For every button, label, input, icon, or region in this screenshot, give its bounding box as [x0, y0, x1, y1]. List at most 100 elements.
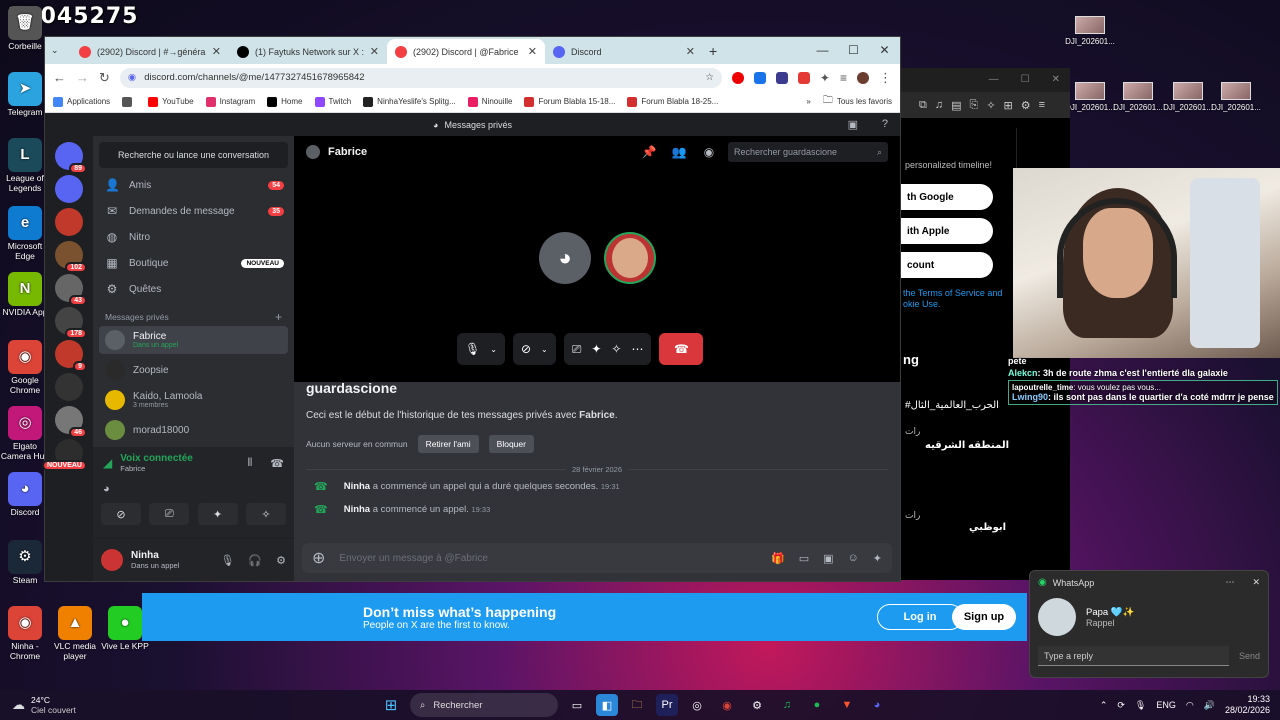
- dm-item[interactable]: morad18000: [99, 416, 288, 444]
- dm-item[interactable]: Zoopsie: [99, 356, 288, 384]
- end-call-button[interactable]: ☎: [659, 333, 704, 365]
- translate-icon[interactable]: ⧉: [919, 99, 927, 112]
- send-button[interactable]: Send: [1239, 651, 1260, 661]
- new-tab-button[interactable]: +: [709, 43, 717, 59]
- close-icon[interactable]: ✕: [869, 37, 900, 64]
- server-icon[interactable]: [55, 208, 83, 236]
- desktop-icon[interactable]: ⚙ Steam: [0, 540, 50, 586]
- maximize-icon[interactable]: ☐: [1021, 74, 1030, 86]
- bookmark-item[interactable]: NinhaYeslife's Splitg...: [363, 96, 456, 107]
- microphone-button[interactable]: 🎙 ⌄: [457, 333, 505, 365]
- browser-tab[interactable]: Discord ✕: [545, 39, 703, 64]
- server-icon[interactable]: 43: [55, 274, 87, 306]
- message-input[interactable]: Envoyer un message à @Fabrice: [339, 553, 757, 564]
- opera-extension-icon[interactable]: [731, 71, 744, 84]
- forward-icon[interactable]: →: [76, 70, 89, 85]
- channel-search-input[interactable]: Rechercher guardascione ⌕: [728, 142, 888, 162]
- browser-tab[interactable]: (2902) Discord | @Fabrice ✕: [387, 39, 545, 64]
- callee-avatar[interactable]: [604, 232, 656, 284]
- desktop-icon[interactable]: ◉ Ninha - Chrome: [0, 606, 50, 662]
- bookmark-icon[interactable]: ⎘: [970, 99, 979, 112]
- close-tab-icon[interactable]: ✕: [686, 45, 695, 58]
- server-icon[interactable]: 46: [55, 406, 87, 438]
- close-icon[interactable]: ✕: [1252, 577, 1260, 588]
- minimize-icon[interactable]: —: [989, 74, 999, 86]
- url-text[interactable]: discord.com/channels/@me/147732745167896…: [144, 72, 697, 83]
- dm-nav-item[interactable]: ▦ Boutique NOUVEAU: [93, 250, 294, 276]
- address-bar[interactable]: ◉ discord.com/channels/@me/1477327451678…: [119, 67, 722, 88]
- terms-link[interactable]: the Terms of Service and: [903, 288, 1002, 298]
- obs-icon[interactable]: ◎: [686, 694, 708, 716]
- caller-avatar[interactable]: ◕: [539, 232, 591, 284]
- soundboard-button[interactable]: ✧: [245, 503, 286, 525]
- maximize-icon[interactable]: ☐: [838, 37, 869, 64]
- gear-icon[interactable]: ⚙: [276, 554, 286, 567]
- extension-icon[interactable]: [797, 71, 810, 84]
- message-author[interactable]: Ninha: [344, 481, 370, 492]
- volume-icon[interactable]: 🔊: [1204, 700, 1215, 711]
- steam-icon[interactable]: ⚙: [746, 694, 768, 716]
- desktop-file[interactable]: DJI_202601...: [1110, 82, 1166, 112]
- camera-button[interactable]: ⊘ ⌄: [512, 333, 556, 365]
- google-signin-button[interactable]: th Google: [901, 184, 993, 210]
- noise-suppression-icon[interactable]: ⦀: [247, 457, 252, 470]
- screen-share-icon[interactable]: ⎚: [572, 342, 582, 357]
- extension-icon[interactable]: [753, 71, 766, 84]
- headphones-icon[interactable]: 🎧: [248, 554, 262, 567]
- bookmark-item[interactable]: Instagram: [205, 96, 255, 107]
- sparkle-icon[interactable]: ✧: [986, 99, 995, 112]
- message-composer[interactable]: ⊕ Envoyer un message à @Fabrice 🎁 ▭ ▣ ☺ …: [302, 543, 892, 573]
- desktop-icon[interactable]: ➤ Telegram: [0, 72, 50, 118]
- more-icon[interactable]: ⋯: [1225, 577, 1234, 588]
- server-icon[interactable]: NOUVEAU: [41, 439, 87, 471]
- gift-icon[interactable]: 🎁: [771, 552, 785, 565]
- remove-friend-button[interactable]: Retirer l'ami: [417, 435, 479, 453]
- start-button[interactable]: ⊞: [380, 694, 402, 716]
- premiere-icon[interactable]: Pr: [656, 694, 678, 716]
- clock[interactable]: 19:33 28/02/2026: [1225, 694, 1270, 717]
- desktop-file[interactable]: DJI_202601...: [1062, 16, 1118, 46]
- camera-off-button[interactable]: ⊘: [101, 503, 141, 525]
- microphone-icon[interactable]: 🎙: [220, 554, 234, 567]
- desktop-icon[interactable]: ◉ Google Chrome: [0, 340, 50, 396]
- close-tab-icon[interactable]: ✕: [212, 45, 221, 58]
- discord-icon[interactable]: ◕: [866, 694, 888, 716]
- dm-nav-item[interactable]: ◍ Nitro: [93, 224, 294, 250]
- widgets-icon[interactable]: ◧: [596, 694, 618, 716]
- activity-icon[interactable]: ◕: [103, 483, 110, 495]
- close-tab-icon[interactable]: ✕: [528, 45, 537, 58]
- browser-tab[interactable]: (1) Faytuks Network sur X : "W/ ✕: [229, 39, 387, 64]
- server-icon[interactable]: [55, 175, 83, 203]
- desktop-file[interactable]: DJI_202601...: [1208, 82, 1264, 112]
- sticker-icon[interactable]: ▣: [823, 552, 833, 565]
- more-icon[interactable]: ⋯: [631, 342, 643, 356]
- language-indicator[interactable]: ENG: [1156, 700, 1176, 710]
- add-dm-icon[interactable]: +: [275, 310, 282, 324]
- bookmark-item[interactable]: Applications: [53, 96, 110, 107]
- bookmark-item[interactable]: YouTube: [148, 96, 194, 107]
- star-icon[interactable]: ☆: [705, 72, 714, 83]
- playlist-icon[interactable]: ≡: [840, 71, 847, 85]
- bookmark-item[interactable]: Ninouille: [467, 96, 512, 107]
- tab-search-icon[interactable]: ⌄: [51, 45, 71, 56]
- bookmark-item[interactable]: Forum Blabla 18-25...: [627, 96, 718, 107]
- create-account-button[interactable]: count: [901, 252, 993, 278]
- close-icon[interactable]: ✕: [1052, 74, 1060, 86]
- screen-share-button[interactable]: ⎚: [149, 503, 190, 525]
- spotify-icon[interactable]: ●: [806, 694, 828, 716]
- block-button[interactable]: Bloquer: [488, 435, 534, 453]
- emoji-icon[interactable]: ☺: [848, 552, 859, 564]
- desktop-icon[interactable]: ◎ Elgato Camera Hub: [0, 406, 50, 462]
- bookmark-item[interactable]: Twitch: [314, 96, 351, 107]
- dm-nav-item[interactable]: 👤 Amis 54: [93, 172, 294, 198]
- puzzle-icon[interactable]: ✦: [820, 71, 830, 85]
- activities-button[interactable]: ✦: [197, 503, 238, 525]
- browser-tab[interactable]: (2902) Discord | #→général | ✕: [71, 39, 229, 64]
- login-button[interactable]: Log in: [877, 604, 963, 630]
- inbox-icon[interactable]: ▣: [848, 118, 858, 131]
- desktop-icon[interactable]: e Microsoft Edge: [0, 206, 50, 262]
- pin-icon[interactable]: 📌: [638, 145, 660, 159]
- add-friends-icon[interactable]: 👥: [668, 145, 690, 159]
- trend-item-1[interactable]: #الحرب_العالمية_الثال: [905, 400, 999, 411]
- avatar[interactable]: [101, 549, 123, 571]
